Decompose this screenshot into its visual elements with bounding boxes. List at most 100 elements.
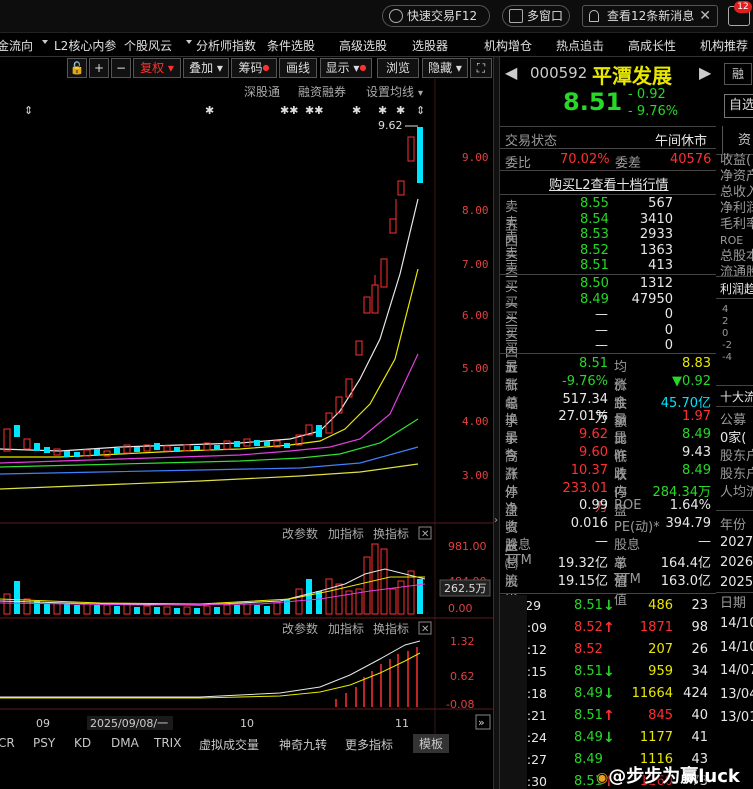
- collapse-icon[interactable]: ›: [494, 515, 498, 526]
- bid-price: —: [595, 322, 608, 338]
- tick-direction-icon: ↑: [603, 708, 615, 724]
- menu-item[interactable]: 机构推荐: [700, 37, 748, 54]
- tick-volume: 207: [648, 642, 673, 657]
- svg-text:⇕: ⇕: [416, 104, 425, 117]
- margin-button[interactable]: 融: [724, 63, 752, 85]
- bid-price: 8.49: [580, 291, 609, 307]
- macd-axis-label: 0.62: [450, 670, 475, 683]
- lock-icon[interactable]: 🔓: [67, 58, 87, 78]
- price-change: - 0.92: [628, 87, 666, 102]
- fundamentals-list: 收益(净资产 总收入 净利润 毛利率 ROE 总股本 流通股: [720, 153, 753, 280]
- tab-template[interactable]: 模板: [413, 734, 450, 753]
- svg-text:10: 10: [240, 717, 254, 730]
- fuquan-dropdown[interactable]: 复权 ▾: [133, 58, 181, 78]
- event-markers[interactable]: ⇕ ✱ ✱✱ ✱✱ ✱ ✱ ✱ ⇕: [24, 104, 425, 117]
- date-label: 日期: [720, 596, 747, 611]
- panel-splitter[interactable]: [493, 57, 500, 789]
- bid-volume: 0: [664, 307, 673, 322]
- profit-trend-title: 利润趋: [720, 282, 753, 296]
- stat-value: -9.76%: [562, 373, 608, 389]
- add-indicator-button[interactable]: 加指标: [328, 621, 364, 636]
- tab-fundamentals[interactable]: 资: [738, 129, 751, 148]
- bid-volume: 47950: [631, 291, 673, 307]
- display-dropdown[interactable]: 显示 ▾●: [320, 58, 372, 78]
- stat-value: 284.34万: [652, 484, 712, 500]
- tick-count: 34: [691, 664, 708, 679]
- multi-window-button[interactable]: 多窗口: [502, 5, 570, 27]
- bid-price: —: [595, 338, 608, 353]
- window-icon: [509, 9, 523, 23]
- menu-item[interactable]: 分析师指数: [196, 37, 256, 54]
- stat-value: 9.60: [579, 445, 608, 460]
- price-change-pct: - 9.76%: [628, 104, 679, 119]
- menu-item[interactable]: 条件选股: [267, 37, 315, 54]
- change-params-button[interactable]: 改参数: [282, 621, 318, 636]
- tick-volume: 11664: [631, 686, 673, 701]
- tick-count: 23: [691, 598, 708, 613]
- menu-item[interactable]: 高级选股: [339, 37, 387, 54]
- margin-label[interactable]: 融资融券: [298, 84, 346, 99]
- stat-value: 8.49: [682, 427, 711, 443]
- zoom-out-icon[interactable]: −: [111, 58, 131, 78]
- menu-item[interactable]: 个股风云: [124, 37, 172, 54]
- price-axis-label: 8.00: [462, 204, 489, 217]
- l2-link[interactable]: 购买L2查看十档行情: [549, 174, 669, 193]
- weibo-icon: ◉: [596, 770, 609, 786]
- news-button[interactable]: 查看12条新消息 ✕: [582, 5, 718, 27]
- chevron-down-icon[interactable]: ▾: [418, 88, 423, 99]
- menu-item[interactable]: 热点追击: [556, 37, 604, 54]
- top-holders-title: 十大流: [720, 390, 753, 404]
- next-stock-icon[interactable]: ▶: [699, 63, 711, 82]
- add-watchlist-button[interactable]: 自选: [724, 94, 753, 118]
- divider: [500, 148, 716, 149]
- indicator-tabs: CR PSY KD DMA TRIX 虚拟成交量 神奇九转 更多指标 模板: [0, 733, 493, 753]
- menu-item[interactable]: 金流向: [0, 37, 33, 54]
- zoom-in-icon[interactable]: +: [89, 58, 109, 78]
- switch-indicator-button[interactable]: 换指标: [373, 621, 409, 636]
- tab-cr[interactable]: CR: [0, 736, 15, 750]
- top-bar: 快速交易F12 多窗口 查看12条新消息 ✕ 12: [0, 0, 753, 33]
- tick-volume: 845: [648, 708, 673, 723]
- quick-trade-button[interactable]: 快速交易F12: [382, 5, 490, 27]
- change-params-button[interactable]: 改参数: [282, 526, 318, 541]
- prev-stock-icon[interactable]: ◀: [505, 63, 517, 82]
- menu-item[interactable]: L2核心内参: [54, 37, 116, 54]
- tick-volume: 959: [648, 664, 673, 679]
- draw-line-button[interactable]: 画线: [279, 58, 317, 78]
- tick-price: 8.49: [574, 686, 603, 701]
- divider: [500, 353, 716, 354]
- overlay-dropdown[interactable]: 叠加 ▾: [183, 58, 229, 78]
- tab-psy[interactable]: PSY: [33, 736, 55, 750]
- tick-price: 8.51: [574, 708, 603, 723]
- watermark: ◉@步步为赢luck: [596, 766, 740, 787]
- divider: [500, 194, 716, 195]
- tab-virtual-volume[interactable]: 虚拟成交量: [199, 736, 259, 753]
- tab-more-indicators[interactable]: 更多指标: [345, 736, 393, 753]
- stat-value: 394.79: [665, 516, 712, 532]
- close-icon[interactable]: ✕: [699, 6, 711, 26]
- chips-button[interactable]: 筹码●: [231, 58, 277, 78]
- stat-value: 8.49: [682, 462, 711, 478]
- tab-magic-nine[interactable]: 神奇九转: [279, 736, 327, 753]
- fullscreen-icon[interactable]: ⛶: [470, 58, 492, 78]
- add-indicator-button[interactable]: 加指标: [328, 526, 364, 541]
- menu-item[interactable]: 机构增仓: [484, 37, 532, 54]
- hide-dropdown[interactable]: 隐藏 ▾: [422, 58, 468, 78]
- vol-axis-label: 0.00: [448, 602, 473, 615]
- svg-text:09: 09: [36, 717, 50, 730]
- current-volume: 262.5万: [444, 582, 487, 595]
- moving-averages: [0, 198, 419, 490]
- tab-kd[interactable]: KD: [74, 736, 91, 750]
- menu-item[interactable]: 高成长性: [628, 37, 676, 54]
- browse-button[interactable]: 浏览: [377, 58, 419, 78]
- menu-item[interactable]: 选股器: [412, 37, 448, 54]
- svg-text:✱: ✱: [396, 104, 405, 117]
- switch-indicator-button[interactable]: 换指标: [373, 526, 409, 541]
- tab-trix[interactable]: TRIX: [154, 736, 181, 750]
- stat-value: 9.43: [682, 445, 711, 460]
- stat-value: 164.4亿: [660, 555, 711, 571]
- shenguton-label[interactable]: 深股通: [244, 85, 280, 99]
- tab-dma[interactable]: DMA: [111, 736, 139, 750]
- svg-text:✱: ✱: [378, 104, 387, 117]
- ma-settings-label[interactable]: 设置均线: [366, 85, 414, 99]
